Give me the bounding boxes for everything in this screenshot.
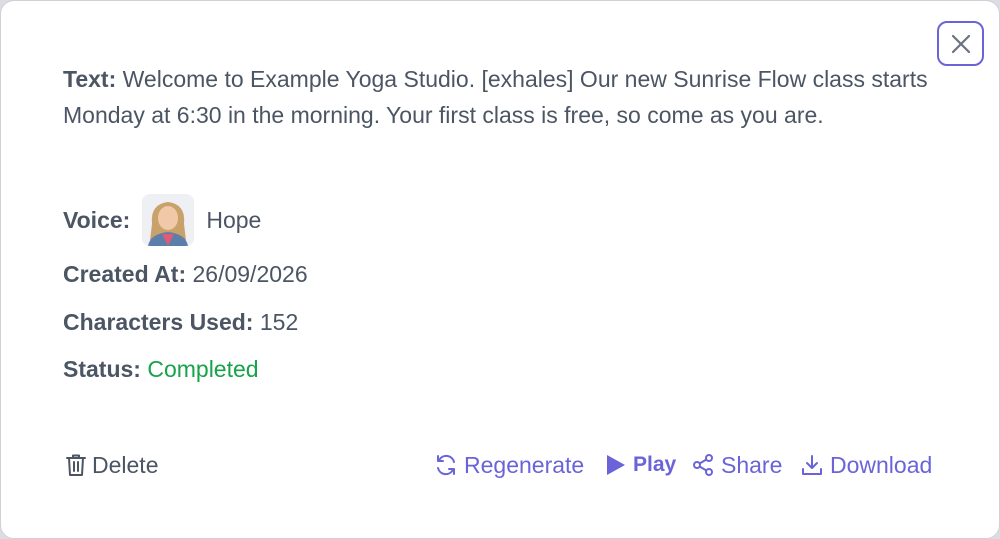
text-label: Text: [63, 66, 117, 92]
delete-button[interactable]: Delete [64, 447, 158, 483]
play-label: Play [633, 453, 677, 476]
text-field: Text: Welcome to Example Yoga Studio. [e… [63, 61, 943, 133]
download-label: Download [830, 451, 933, 478]
characters-used-value: 152 [259, 309, 299, 335]
created-at-label: Created At: [63, 261, 187, 287]
trash-icon [66, 454, 86, 476]
regenerate-button[interactable]: Regenerate [434, 447, 584, 483]
delete-label: Delete [92, 451, 159, 478]
characters-used-field: Characters Used: 152 [63, 304, 298, 340]
text-value: Welcome to Example Yoga Studio. [exhales… [63, 66, 928, 128]
voice-avatar [142, 194, 195, 246]
status-label: Status: [63, 356, 141, 382]
created-at-value: 26/09/2026 [192, 261, 308, 287]
download-button[interactable]: Download [800, 447, 932, 483]
characters-used-label: Characters Used: [63, 309, 254, 335]
voice-label: Voice: [63, 207, 131, 233]
status-value: Completed [147, 356, 259, 382]
share-label: Share [721, 451, 783, 478]
share-icon [693, 454, 713, 476]
created-at-field: Created At: 26/09/2026 [63, 256, 308, 292]
close-icon [951, 34, 970, 53]
status-field: Status: Completed [63, 351, 259, 387]
voice-field: Voice: Hope [63, 194, 262, 246]
play-button[interactable]: Play [605, 447, 676, 483]
details-modal: Text: Welcome to Example Yoga Studio. [e… [0, 0, 1000, 539]
voice-name: Hope [206, 207, 262, 233]
share-button[interactable]: Share [691, 447, 782, 483]
play-icon [607, 455, 625, 475]
download-icon [802, 455, 822, 475]
regenerate-label: Regenerate [464, 451, 585, 478]
close-button[interactable] [937, 21, 984, 66]
refresh-icon [437, 454, 455, 476]
